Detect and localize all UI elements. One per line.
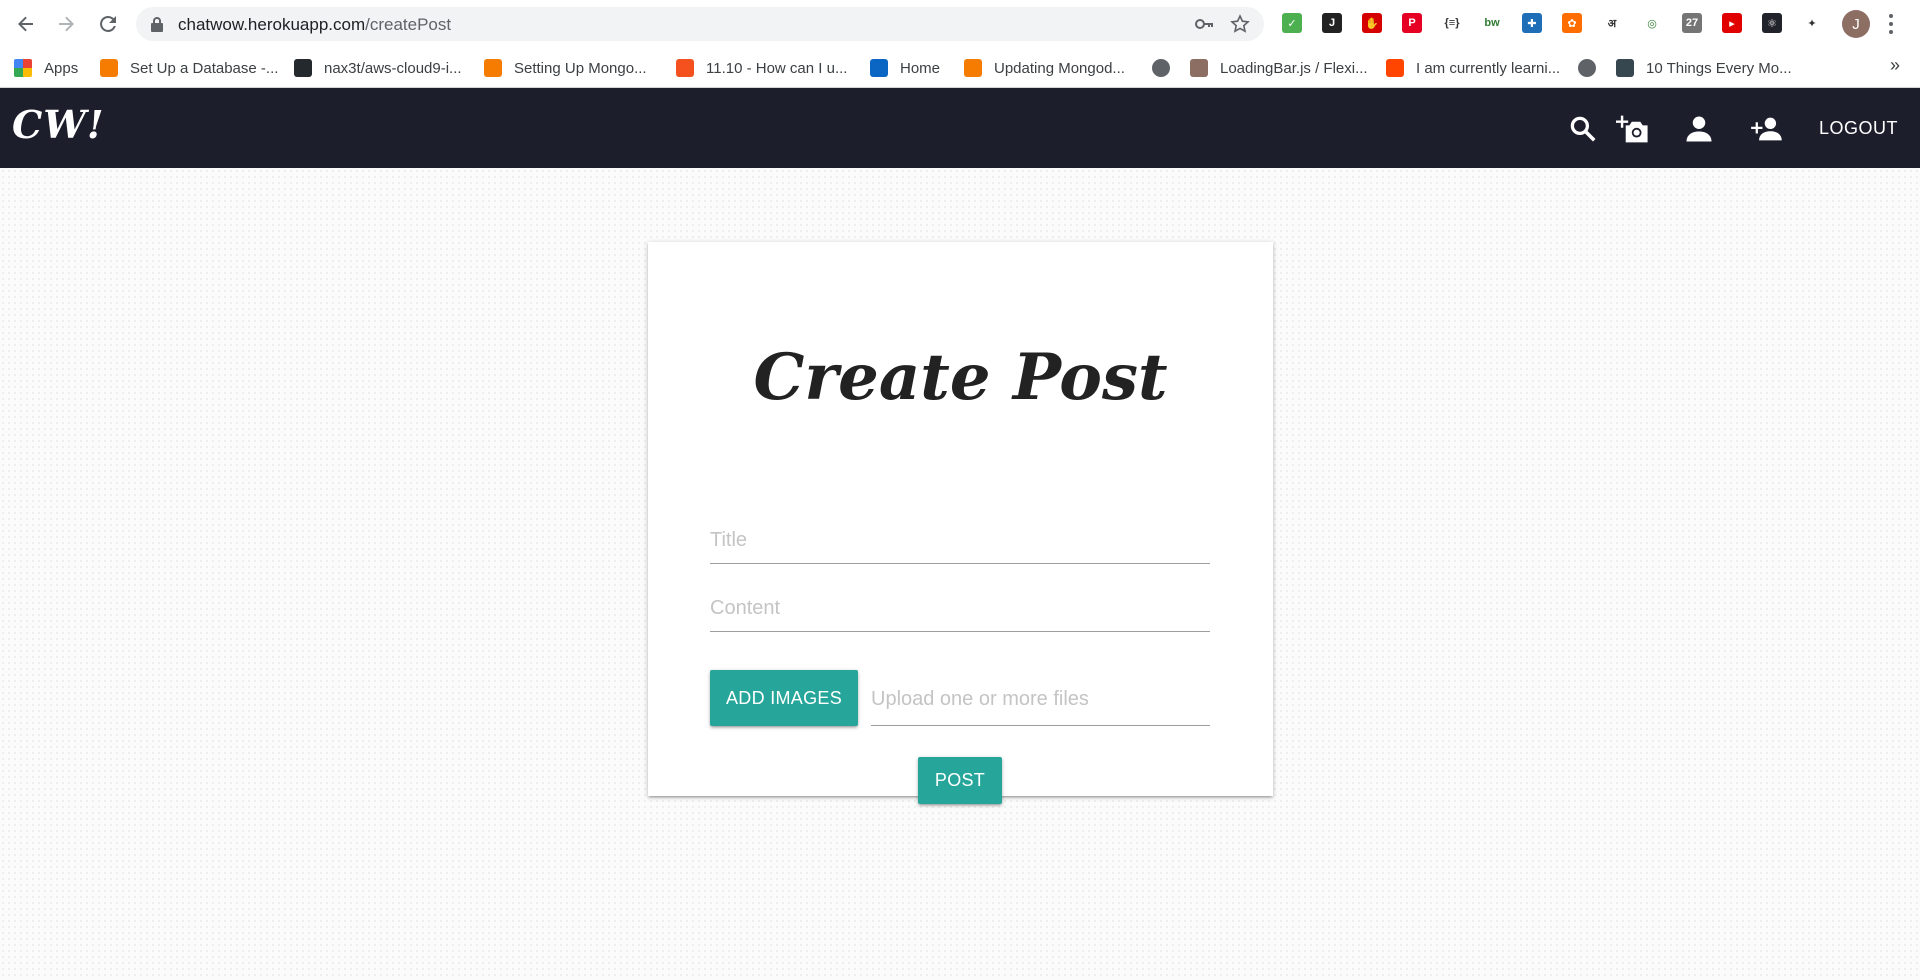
- bookmark-label: 11.10 - How can I u...: [706, 59, 848, 77]
- bookmark-item[interactable]: Setting Up Mongo...: [484, 56, 647, 80]
- bw-icon[interactable]: bw: [1482, 13, 1502, 33]
- search-icon[interactable]: [1568, 114, 1598, 144]
- reload-icon: [100, 15, 116, 32]
- bookmark-favicon-icon: [676, 59, 694, 77]
- brand-logo[interactable]: CW!: [12, 102, 105, 147]
- bookmark-item[interactable]: 11.10 - How can I u...: [676, 56, 847, 80]
- bookmark-item[interactable]: Apps: [14, 56, 78, 80]
- bookmark-label: LoadingBar.js / Flexi...: [1220, 59, 1368, 77]
- bookmark-favicon-icon: [14, 59, 32, 77]
- puzzle-icon[interactable]: ✦: [1802, 13, 1822, 33]
- add-friend-icon[interactable]: [1750, 114, 1784, 144]
- logout-link[interactable]: LOGOUT: [1819, 118, 1898, 139]
- bookmark-item[interactable]: Updating Mongod...: [964, 56, 1125, 80]
- reload-button[interactable]: [94, 10, 122, 38]
- profile-initial: J: [1852, 15, 1860, 33]
- content-input[interactable]: [710, 586, 1210, 631]
- bookmark-star-icon[interactable]: [1230, 14, 1250, 34]
- url-host: chatwow.herokuapp.com: [178, 15, 366, 34]
- add-photo-icon[interactable]: [1616, 114, 1650, 144]
- bookmark-favicon-icon: [1152, 59, 1170, 77]
- bookmark-label: Set Up a Database -...: [130, 59, 279, 77]
- bookmark-item[interactable]: nax3t/aws-cloud9-i...: [294, 56, 462, 80]
- bookmark-favicon-icon: [1616, 59, 1634, 77]
- back-arrow-icon: [18, 16, 33, 32]
- file-path-input[interactable]: [871, 674, 1210, 725]
- ext-3-icon[interactable]: ✋: [1362, 13, 1382, 33]
- json-icon[interactable]: {≡}: [1442, 13, 1462, 33]
- page-background: Create Post ADD IMAGES POST: [0, 168, 1920, 980]
- bookmark-item[interactable]: [1152, 56, 1182, 80]
- address-bar[interactable]: chatwow.herokuapp.com/createPost: [136, 7, 1264, 41]
- bookmark-label: Apps: [44, 59, 79, 77]
- bookmark-label: I am currently learni...: [1416, 59, 1561, 77]
- bookmark-label: Updating Mongod...: [994, 59, 1125, 77]
- pinterest-icon[interactable]: P: [1402, 13, 1422, 33]
- profile-icon[interactable]: [1684, 114, 1714, 144]
- react-icon[interactable]: ⚛: [1762, 13, 1782, 33]
- key-icon[interactable]: [1194, 14, 1214, 34]
- bookmark-favicon-icon: [1578, 59, 1596, 77]
- ext-1-icon[interactable]: ✓: [1282, 13, 1302, 33]
- ext-8-icon[interactable]: ✿: [1562, 13, 1582, 33]
- bookmark-favicon-icon: [294, 59, 312, 77]
- profile-avatar[interactable]: J: [1842, 10, 1870, 38]
- title-input[interactable]: [710, 518, 1210, 563]
- forward-arrow-icon: [59, 16, 74, 32]
- bookmark-item[interactable]: 10 Things Every Mo...: [1616, 56, 1792, 80]
- lock-icon: [151, 17, 163, 32]
- forward-button[interactable]: [52, 10, 80, 38]
- url-text: chatwow.herokuapp.com/createPost: [178, 15, 451, 35]
- app-navbar: CW! LOGOUT: [0, 88, 1920, 168]
- post-button[interactable]: POST: [918, 757, 1002, 804]
- more-bookmarks-button[interactable]: »: [1890, 55, 1900, 76]
- browser-menu-icon[interactable]: [1886, 12, 1896, 36]
- youtube-icon[interactable]: ▸: [1722, 13, 1742, 33]
- add-images-button[interactable]: ADD IMAGES: [710, 670, 858, 726]
- ext-11-icon[interactable]: 27: [1682, 13, 1702, 33]
- content-field-wrapper: [710, 586, 1210, 632]
- ext-2-icon[interactable]: J: [1322, 13, 1342, 33]
- bookmark-favicon-icon: [484, 59, 502, 77]
- bookmark-item[interactable]: [1578, 56, 1608, 80]
- browser-toolbar: chatwow.herokuapp.com/createPost ✓ J ✋ P {≡}…: [0, 0, 1920, 48]
- bookmarks-bar: Apps Set Up a Database -... nax3t/aws-clou…: [0, 48, 1920, 88]
- page-title: Create Post: [753, 340, 1168, 415]
- bookmark-item[interactable]: Set Up a Database -...: [100, 56, 278, 80]
- ext-7-icon[interactable]: ✚: [1522, 13, 1542, 33]
- bookmark-label: 10 Things Every Mo...: [1646, 59, 1792, 77]
- bookmark-favicon-icon: [1386, 59, 1404, 77]
- bookmark-favicon-icon: [964, 59, 982, 77]
- bookmark-favicon-icon: [870, 59, 888, 77]
- bookmark-label: Setting Up Mongo...: [514, 59, 647, 77]
- bookmark-item[interactable]: Home: [870, 56, 940, 80]
- bookmark-label: Home: [900, 59, 941, 77]
- bookmark-item[interactable]: LoadingBar.js / Flexi...: [1190, 56, 1368, 80]
- hindi-icon[interactable]: अ: [1602, 13, 1622, 33]
- bookmark-label: nax3t/aws-cloud9-i...: [324, 59, 462, 77]
- file-path-wrapper: [871, 674, 1210, 726]
- title-field-wrapper: [710, 518, 1210, 564]
- bookmark-favicon-icon: [100, 59, 118, 77]
- url-path: /createPost: [365, 15, 452, 34]
- bookmark-item[interactable]: I am currently learni...: [1386, 56, 1560, 80]
- ext-10-icon[interactable]: ◎: [1642, 13, 1662, 33]
- back-button[interactable]: [12, 10, 40, 38]
- bookmark-favicon-icon: [1190, 59, 1208, 77]
- create-post-card: Create Post ADD IMAGES POST: [648, 242, 1273, 804]
